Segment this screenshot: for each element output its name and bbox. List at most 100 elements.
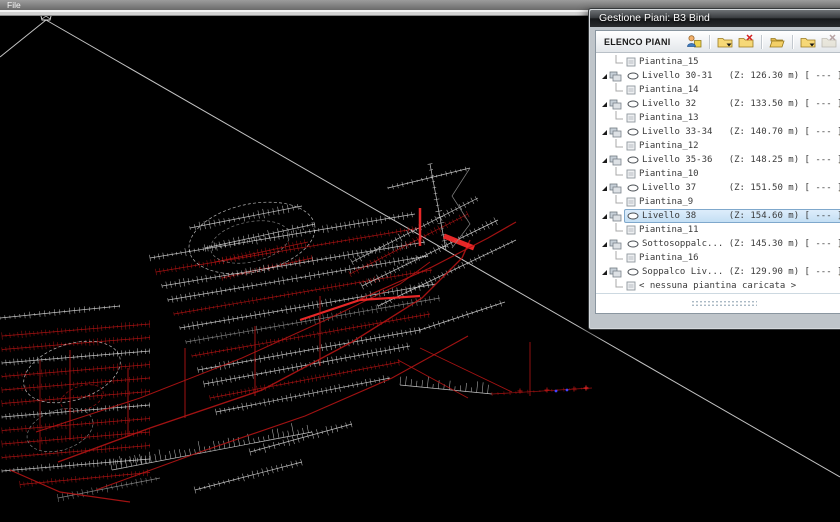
level-cube-icon	[609, 182, 622, 194]
toolbar-separator	[792, 35, 793, 49]
level-row-body[interactable]: Sottosoppalc... (Z: 145.30 m) [ --- ]	[624, 237, 840, 251]
piantina-page-icon	[626, 113, 636, 123]
user-levels-icon[interactable]	[685, 34, 703, 50]
level-row-body[interactable]: Soppalco Liv... (Z: 129.90 m) [ --- ]	[624, 265, 840, 279]
level-cube-icon	[609, 238, 622, 250]
tree-row-piantina[interactable]: Piantina_9	[596, 195, 840, 209]
level-cube-icon	[609, 126, 622, 138]
level-cube-icon	[609, 154, 622, 166]
level-visibility-icon[interactable]	[627, 100, 639, 108]
gestione-piani-panel: Gestione Piani: B3 Bind ELENCO PIANI Pia…	[588, 8, 840, 330]
piantina-label: Piantina_14	[639, 85, 699, 95]
level-visibility-icon[interactable]	[627, 184, 639, 192]
piantina-page-icon	[626, 141, 636, 151]
level-visibility-icon[interactable]	[627, 268, 639, 276]
application-window: File Gestione Piani: B3 Bind ELENCO PIAN…	[0, 0, 840, 522]
piantina-label: < nessuna piantina caricata >	[639, 281, 796, 291]
piantina-page-icon	[626, 57, 636, 67]
expand-arrow-icon[interactable]	[601, 73, 608, 80]
toolbar-separator	[709, 35, 710, 49]
level-row-body[interactable]: Livello 35-36 (Z: 148.25 m) [ --- ]	[624, 153, 840, 167]
level-row-body[interactable]: Livello 37 (Z: 151.50 m) [ --- ]	[624, 181, 840, 195]
panel-content: ELENCO PIANI Piantina_15 Livello 30-31 (Z…	[595, 30, 840, 314]
tree-row-level[interactable]: Livello 38 (Z: 154.60 m) [ --- ]	[596, 209, 840, 223]
tree-row-level[interactable]: Soppalco Liv... (Z: 129.90 m) [ --- ]	[596, 265, 840, 279]
piantina-page-icon	[626, 281, 636, 291]
elenco-piani-label: ELENCO PIANI	[604, 37, 670, 47]
grip-dots-icon	[691, 300, 757, 308]
tree-row-level[interactable]: Livello 35-36 (Z: 148.25 m) [ --- ]	[596, 153, 840, 167]
tree-row-piantina[interactable]: Piantina_11	[596, 223, 840, 237]
piantina-label: Piantina_10	[639, 169, 699, 179]
piantina-page-icon	[626, 253, 636, 263]
tree-elbow-icon	[615, 167, 624, 178]
tree-elbow-icon	[615, 251, 624, 262]
level-label: Soppalco Liv... (Z: 129.90 m) [ --- ]	[642, 267, 840, 277]
folder-delete-icon[interactable]	[737, 34, 755, 50]
folder-import-icon[interactable]	[799, 34, 817, 50]
level-row-body[interactable]: Livello 30-31 (Z: 126.30 m) [ --- ]	[624, 69, 840, 83]
level-label: Sottosoppalc... (Z: 145.30 m) [ --- ]	[642, 239, 840, 249]
tree-row-level[interactable]: Livello 30-31 (Z: 126.30 m) [ --- ]	[596, 69, 840, 83]
tree-elbow-icon	[615, 111, 624, 122]
piantina-label: Piantina_13	[639, 113, 699, 123]
expand-arrow-icon[interactable]	[601, 129, 608, 136]
folder-remove-icon	[820, 34, 838, 50]
piantina-page-icon	[626, 85, 636, 95]
panel-title-bar[interactable]: Gestione Piani: B3 Bind	[590, 10, 840, 27]
level-cube-icon	[609, 210, 622, 222]
tree-row-level[interactable]: Livello 33-34 (Z: 140.70 m) [ --- ]	[596, 125, 840, 139]
tree-elbow-icon	[615, 83, 624, 94]
expand-arrow-icon[interactable]	[601, 241, 608, 248]
folder-new-icon[interactable]	[716, 34, 734, 50]
level-label: Livello 33-34 (Z: 140.70 m) [ --- ]	[642, 127, 840, 137]
tree-row-piantina[interactable]: Piantina_13	[596, 111, 840, 125]
level-visibility-icon[interactable]	[627, 72, 639, 80]
expand-arrow-icon[interactable]	[601, 213, 608, 220]
piantina-label: Piantina_11	[639, 225, 699, 235]
tree-row-piantina[interactable]: < nessuna piantina caricata >	[596, 279, 840, 293]
expand-arrow-icon[interactable]	[601, 269, 608, 276]
piantina-label: Piantina_9	[639, 197, 693, 207]
tree-row-piantina[interactable]: Piantina_15	[596, 55, 840, 69]
level-label: Livello 35-36 (Z: 148.25 m) [ --- ]	[642, 155, 840, 165]
level-row-body[interactable]: Livello 33-34 (Z: 140.70 m) [ --- ]	[624, 125, 840, 139]
level-cube-icon	[609, 98, 622, 110]
folder-open-icon[interactable]	[768, 34, 786, 50]
level-label: Livello 30-31 (Z: 126.30 m) [ --- ]	[642, 71, 840, 81]
piantina-page-icon	[626, 225, 636, 235]
tree-row-piantina[interactable]: Piantina_16	[596, 251, 840, 265]
level-cube-icon	[609, 266, 622, 278]
panel-title: Gestione Piani: B3 Bind	[599, 12, 710, 24]
expand-arrow-icon[interactable]	[601, 157, 608, 164]
tree-row-level[interactable]: Sottosoppalc... (Z: 145.30 m) [ --- ]	[596, 237, 840, 251]
level-label: Livello 37 (Z: 151.50 m) [ --- ]	[642, 183, 840, 193]
tree-row-level[interactable]: Livello 37 (Z: 151.50 m) [ --- ]	[596, 181, 840, 195]
tree-row-piantina[interactable]: Piantina_14	[596, 83, 840, 97]
level-visibility-icon[interactable]	[627, 212, 639, 220]
piantina-label: Piantina_12	[639, 141, 699, 151]
tree-elbow-icon	[615, 223, 624, 234]
piantina-label: Piantina_15	[639, 57, 699, 67]
toolbar-separator	[761, 35, 762, 49]
tree-elbow-icon	[615, 139, 624, 150]
level-visibility-icon[interactable]	[627, 128, 639, 136]
piantina-page-icon	[626, 197, 636, 207]
level-cube-icon	[609, 70, 622, 82]
expand-arrow-icon[interactable]	[601, 185, 608, 192]
levels-tree: Piantina_15 Livello 30-31 (Z: 126.30 m) […	[596, 53, 840, 293]
tree-row-level[interactable]: Livello 32 (Z: 133.50 m) [ --- ]	[596, 97, 840, 111]
expand-arrow-icon[interactable]	[601, 101, 608, 108]
tree-elbow-icon	[615, 55, 624, 66]
panel-toolbar: ELENCO PIANI	[596, 31, 840, 53]
level-visibility-icon[interactable]	[627, 156, 639, 164]
level-row-body[interactable]: Livello 38 (Z: 154.60 m) [ --- ]	[624, 209, 840, 223]
level-row-body[interactable]: Livello 32 (Z: 133.50 m) [ --- ]	[624, 97, 840, 111]
level-visibility-icon[interactable]	[627, 240, 639, 248]
level-label: Livello 38 (Z: 154.60 m) [ --- ]	[642, 211, 840, 221]
level-label: Livello 32 (Z: 133.50 m) [ --- ]	[642, 99, 840, 109]
tree-row-piantina[interactable]: Piantina_12	[596, 139, 840, 153]
tree-row-piantina[interactable]: Piantina_10	[596, 167, 840, 181]
menu-file[interactable]: File	[7, 0, 21, 10]
resize-grip[interactable]	[596, 293, 840, 313]
